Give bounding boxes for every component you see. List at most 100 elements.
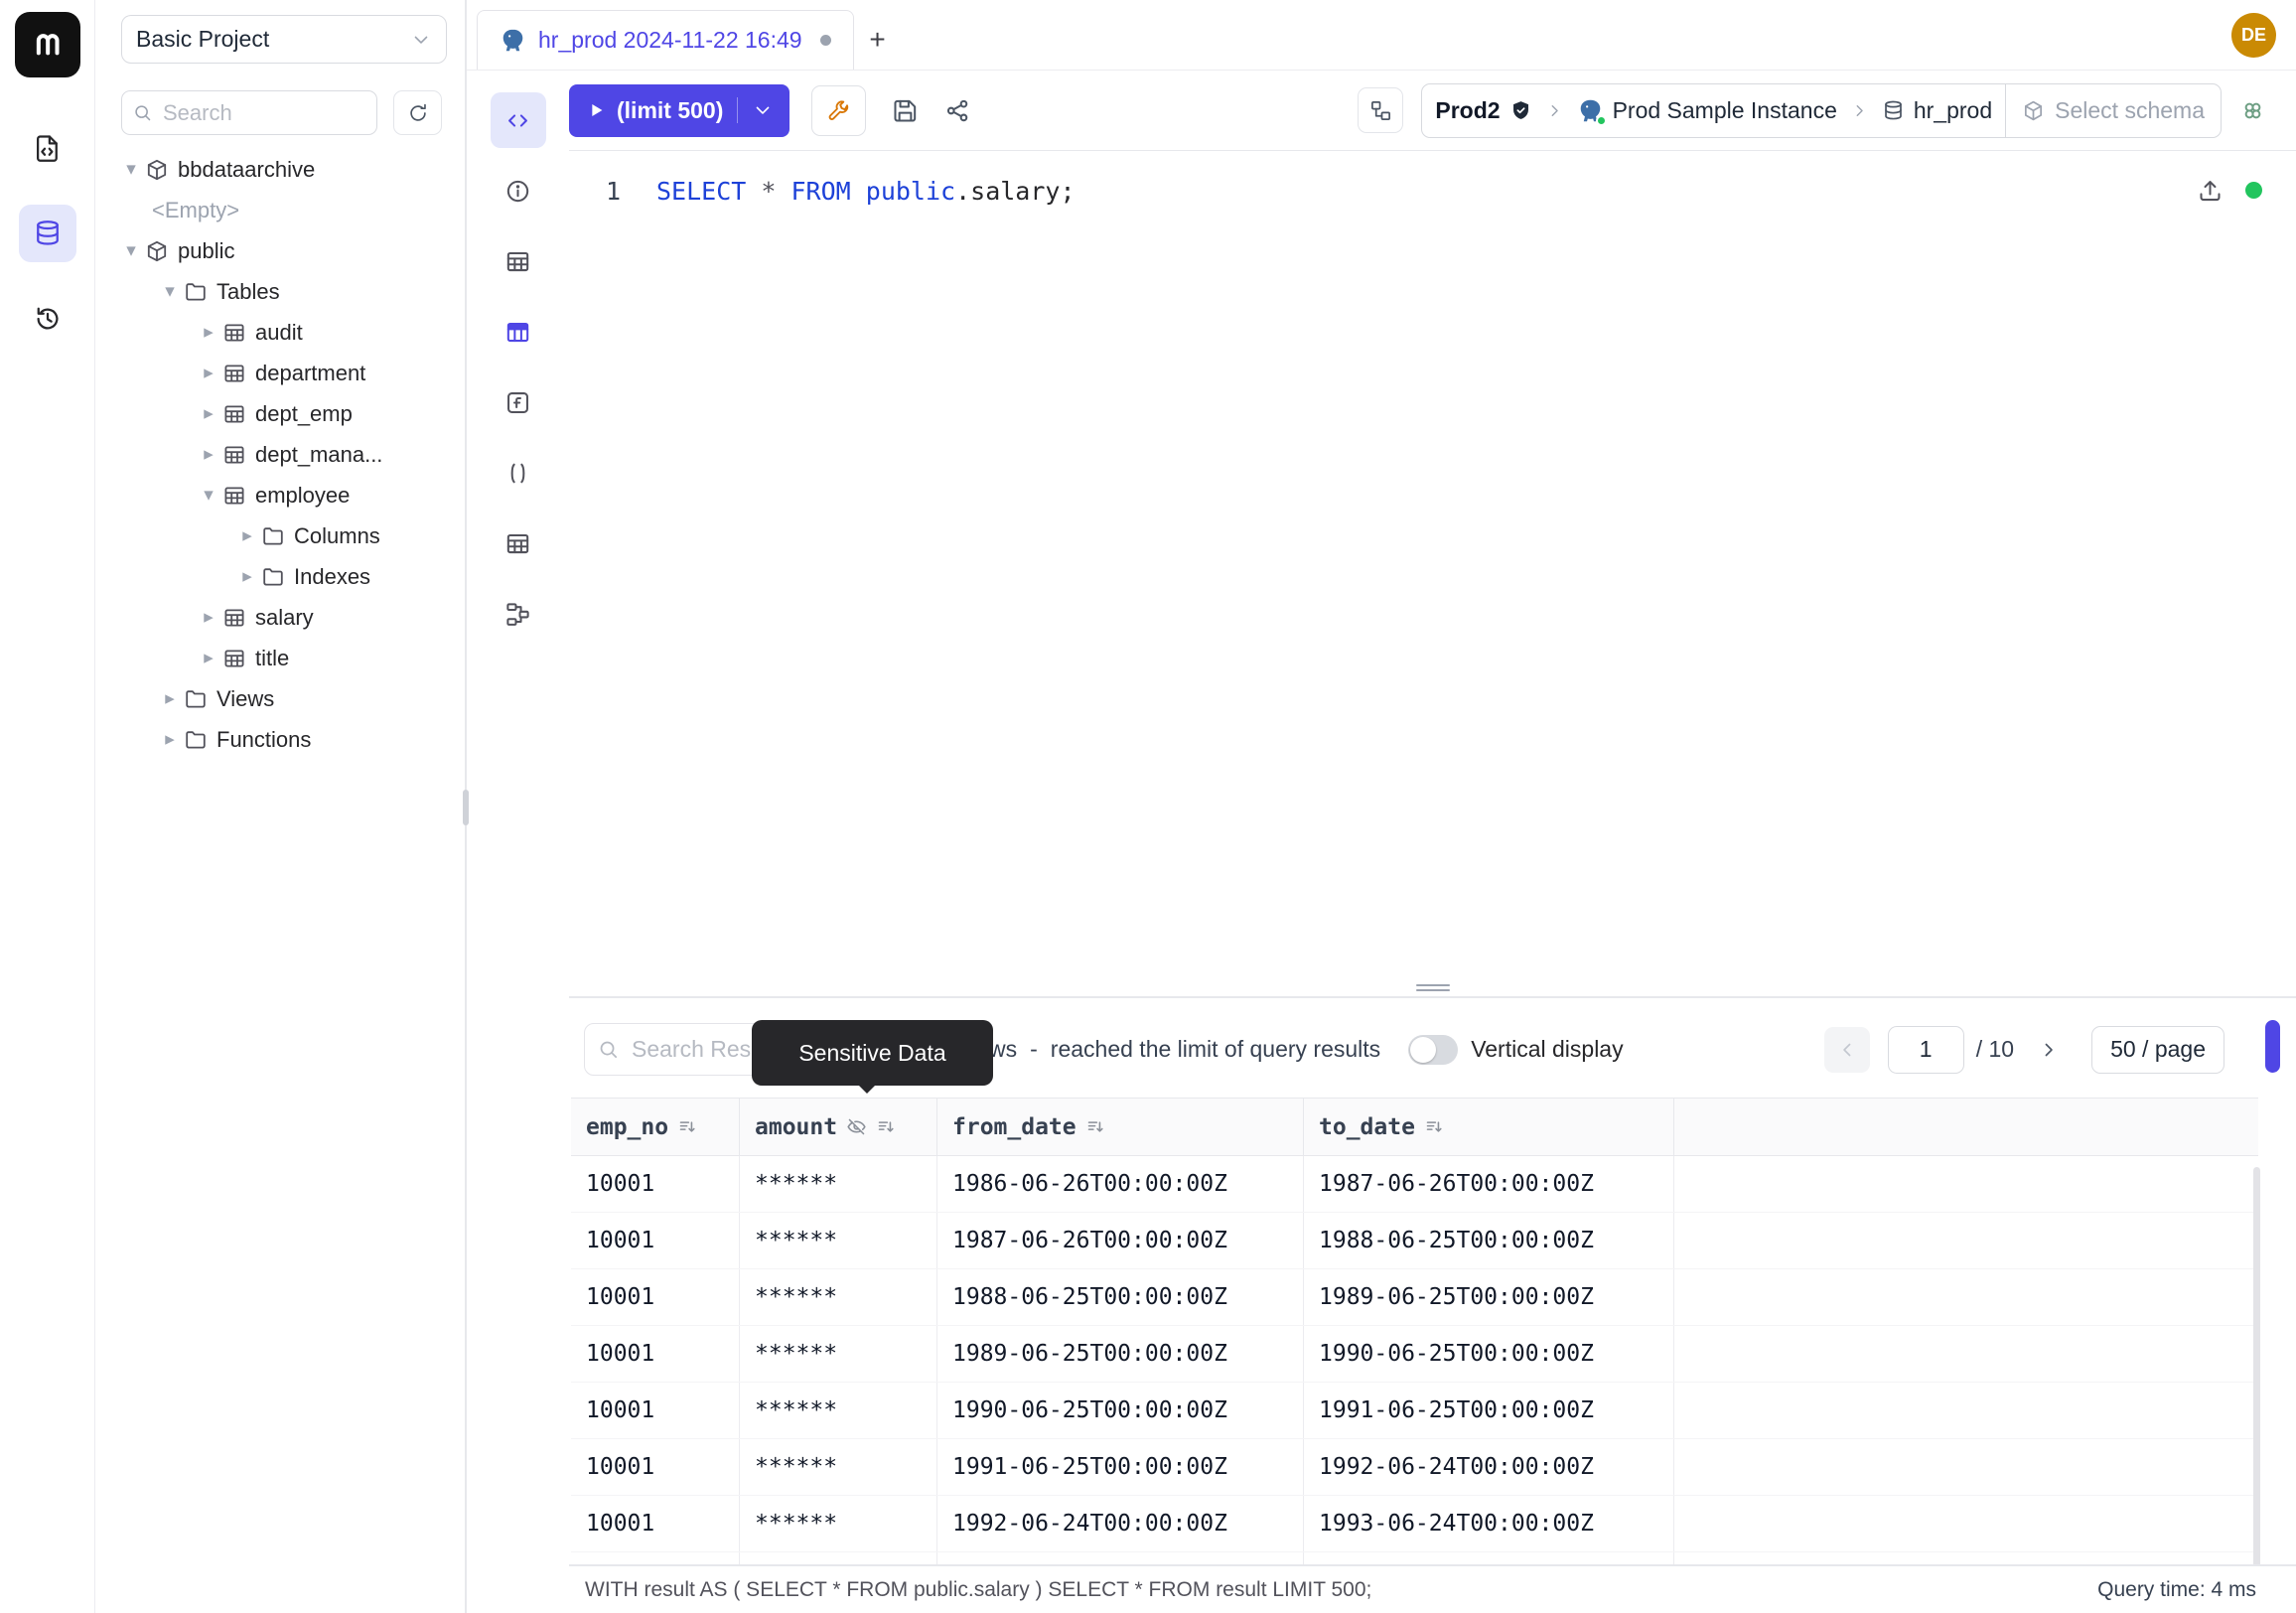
table-cell: 1986-06-26T00:00:00Z	[937, 1156, 1304, 1212]
run-query-button[interactable]: (limit 500)	[569, 84, 789, 137]
sort-icon[interactable]	[1424, 1116, 1445, 1137]
tree-item-views[interactable]: ▸Views	[95, 678, 465, 719]
strip-item-func[interactable]	[491, 374, 546, 430]
add-tab-button[interactable]: +	[854, 10, 902, 70]
panel-resize-handle[interactable]	[1416, 981, 1450, 994]
strip-item-code[interactable]	[491, 92, 546, 148]
project-selector[interactable]: Basic Project	[121, 15, 447, 64]
prev-page-button[interactable]	[1824, 1027, 1870, 1073]
tree-item-employee[interactable]: ▾employee	[95, 475, 465, 515]
rail-item-worksheet[interactable]	[19, 119, 76, 177]
tree-item-department[interactable]: ▸department	[95, 353, 465, 393]
sort-icon[interactable]	[876, 1116, 897, 1137]
refresh-button[interactable]	[393, 90, 442, 135]
tree-item-tables[interactable]: ▾Tables	[95, 271, 465, 312]
run-options-chevron-icon[interactable]	[752, 99, 774, 121]
table-cell: 1991-06-25T00:00:00Z	[937, 1439, 1304, 1495]
tab-hr-prod[interactable]: hr_prod 2024-11-22 16:49	[477, 10, 854, 70]
share-button[interactable]	[944, 97, 971, 124]
chevron-down-icon[interactable]: ▾	[197, 484, 220, 507]
table-row[interactable]: 10001******1986-06-26T00:00:00Z1987-06-2…	[571, 1156, 2258, 1213]
tree-item-salary[interactable]: ▸salary	[95, 597, 465, 638]
page-number-input[interactable]	[1888, 1026, 1964, 1074]
tree-item-label: public	[178, 238, 234, 264]
tree-item-dept-mana-[interactable]: ▸dept_mana...	[95, 434, 465, 475]
share-icon	[944, 97, 971, 124]
vertical-display-toggle[interactable]	[1408, 1035, 1458, 1065]
table-row[interactable]: 10001******1993-06-24T00:00:00Z1994-06-2…	[571, 1552, 2258, 1564]
strip-item-schema[interactable]	[491, 586, 546, 642]
column-header-to_date[interactable]: to_date	[1304, 1099, 1674, 1155]
ai-assistant-button[interactable]	[2239, 97, 2266, 124]
strip-item-parens[interactable]	[491, 445, 546, 501]
select-schema-button[interactable]: Select schema	[2005, 84, 2221, 137]
tree-item-bbdataarchive[interactable]: ▾bbdataarchive	[95, 149, 465, 190]
chevron-right-icon[interactable]: ▸	[158, 728, 182, 751]
table-cell: 1990-06-25T00:00:00Z	[937, 1383, 1304, 1438]
sidebar-search[interactable]	[121, 90, 377, 135]
eye-off-icon[interactable]	[846, 1116, 867, 1137]
tree-item-title[interactable]: ▸title	[95, 638, 465, 678]
rail-item-databases[interactable]	[19, 205, 76, 262]
export-button[interactable]	[2265, 1020, 2280, 1073]
toggle-knob	[1410, 1037, 1436, 1063]
table-row[interactable]: 10001******1988-06-25T00:00:00Z1989-06-2…	[571, 1269, 2258, 1326]
project-name: Basic Project	[136, 26, 410, 53]
sql-editor[interactable]: 1 SELECT * FROM public.salary;	[569, 151, 2296, 996]
folder-icon	[184, 687, 208, 711]
chevron-down-icon[interactable]: ▾	[119, 158, 143, 181]
sort-icon[interactable]	[1085, 1116, 1106, 1137]
results-grid: emp_noamountfrom_dateto_date 10001******…	[569, 1098, 2296, 1564]
tree-item-public[interactable]: ▾ public	[95, 230, 465, 271]
bytebase-logo[interactable]	[15, 12, 80, 77]
environment-crumb[interactable]: Prod2	[1422, 97, 1544, 124]
package-icon	[145, 158, 169, 182]
save-button[interactable]	[892, 97, 919, 124]
next-page-button[interactable]	[2026, 1027, 2072, 1073]
chevron-right-icon[interactable]: ▸	[235, 565, 259, 588]
strip-item-table-colored[interactable]	[491, 304, 546, 360]
table-row[interactable]: 10001******1992-06-24T00:00:00Z1993-06-2…	[571, 1496, 2258, 1552]
tree-item-functions[interactable]: ▸Functions	[95, 719, 465, 760]
column-header-from_date[interactable]: from_date	[937, 1099, 1304, 1155]
strip-item-info[interactable]	[491, 163, 546, 219]
page-size-select[interactable]: 50 / page	[2091, 1026, 2224, 1074]
sidebar-resize-handle[interactable]	[463, 790, 469, 825]
strip-item-table[interactable]	[491, 233, 546, 289]
table-row[interactable]: 10001******1989-06-25T00:00:00Z1990-06-2…	[571, 1326, 2258, 1383]
table-row[interactable]: 10001******1991-06-25T00:00:00Z1992-06-2…	[571, 1439, 2258, 1496]
column-header-emp_no[interactable]: emp_no	[571, 1099, 740, 1155]
tree-item-audit[interactable]: ▸audit	[95, 312, 465, 353]
chevron-right-icon[interactable]: ▸	[197, 647, 220, 669]
chevron-right-icon[interactable]: ▸	[197, 402, 220, 425]
instance-crumb[interactable]: Prod Sample Instance	[1564, 97, 1850, 124]
chevron-down-icon[interactable]: ▾	[119, 239, 143, 262]
chevron-right-icon[interactable]: ▸	[197, 606, 220, 629]
sort-icon[interactable]	[677, 1116, 698, 1137]
table-cell: 1989-06-25T00:00:00Z	[937, 1326, 1304, 1382]
connection-panel-button[interactable]	[1358, 87, 1403, 133]
upload-icon[interactable]	[2197, 177, 2224, 204]
results-scrollbar[interactable]	[2253, 1167, 2260, 1564]
table-row[interactable]: 10001******1987-06-26T00:00:00Z1988-06-2…	[571, 1213, 2258, 1269]
database-crumb[interactable]: hr_prod	[1869, 97, 2005, 124]
table-icon	[504, 530, 531, 557]
tree-item--empty-[interactable]: <Empty>	[95, 190, 465, 230]
tree-item-indexes[interactable]: ▸Indexes	[95, 556, 465, 597]
chevron-right-icon[interactable]: ▸	[158, 687, 182, 710]
user-avatar[interactable]: DE	[2231, 13, 2276, 58]
table-cell: 1993-06-24T00:00:00Z	[1304, 1496, 1674, 1551]
tree-item-dept-emp[interactable]: ▸dept_emp	[95, 393, 465, 434]
strip-item-table[interactable]	[491, 515, 546, 571]
column-header-amount[interactable]: amount	[740, 1099, 937, 1155]
chevron-right-icon[interactable]: ▸	[197, 362, 220, 384]
format-sql-button[interactable]	[811, 85, 866, 136]
rail-item-history[interactable]	[19, 290, 76, 348]
chevron-right-icon[interactable]: ▸	[197, 443, 220, 466]
chevron-right-icon[interactable]: ▸	[197, 321, 220, 344]
sidebar-search-input[interactable]	[161, 99, 366, 127]
table-row[interactable]: 10001******1990-06-25T00:00:00Z1991-06-2…	[571, 1383, 2258, 1439]
tree-item-columns[interactable]: ▸Columns	[95, 515, 465, 556]
chevron-down-icon[interactable]: ▾	[158, 280, 182, 303]
chevron-right-icon[interactable]: ▸	[235, 524, 259, 547]
